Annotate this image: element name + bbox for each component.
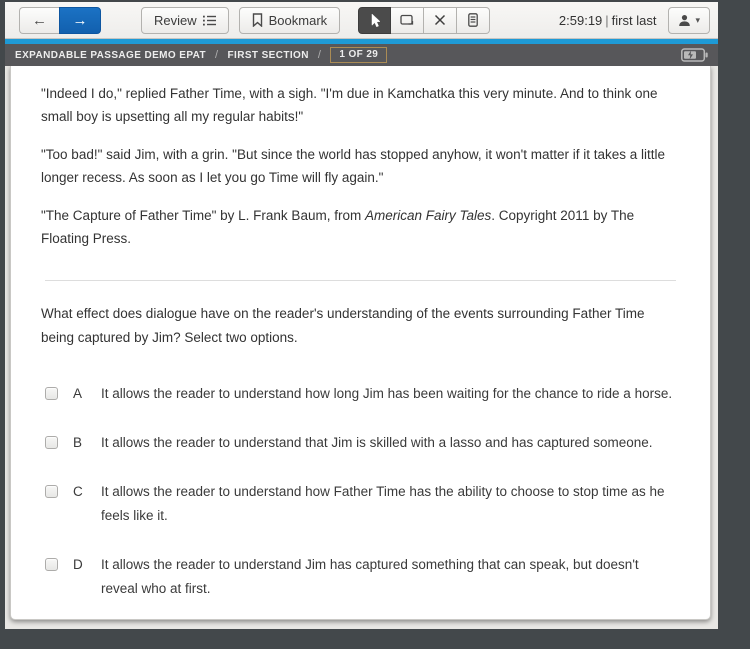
timer-and-user: 2:59:19|first last	[559, 13, 657, 28]
tool-button-group	[358, 7, 490, 34]
option-e-letter: E	[73, 626, 89, 629]
option-d-checkbox[interactable]	[45, 558, 58, 571]
divider	[45, 280, 676, 281]
calculator-icon	[468, 13, 478, 27]
option-c-checkbox[interactable]	[45, 485, 58, 498]
pointer-tool-button[interactable]	[358, 7, 391, 34]
passage-paragraph: "Too bad!" said Jim, with a grin. "But s…	[41, 143, 680, 189]
arrow-left-icon: ←	[32, 12, 47, 29]
app-window: ← → Review	[5, 2, 718, 629]
option-a-checkbox[interactable]	[45, 387, 58, 400]
answer-eliminator-tool-button[interactable]	[424, 7, 457, 34]
option-a-letter: A	[73, 382, 89, 406]
content-area: "Indeed I do," replied Father Time, with…	[5, 66, 718, 629]
question-panel: "Indeed I do," replied Father Time, with…	[10, 66, 711, 620]
notes-tool-button[interactable]	[391, 7, 424, 34]
option-b-text: It allows the reader to understand that …	[101, 431, 680, 455]
forward-button[interactable]: →	[59, 7, 101, 34]
breadcrumb-test-name: EXPANDABLE PASSAGE DEMO EPAT	[15, 50, 206, 61]
cursor-arrow-icon	[369, 13, 381, 28]
bookmark-button[interactable]: Bookmark	[239, 7, 341, 34]
list-icon	[203, 15, 216, 26]
option-a-row: A It allows the reader to understand how…	[41, 382, 680, 406]
battery-charging-icon	[681, 48, 708, 62]
user-menu-button[interactable]: ▾	[668, 7, 710, 34]
breadcrumb-separator: /	[215, 49, 218, 61]
option-b-row: B It allows the reader to understand tha…	[41, 431, 680, 455]
option-c-text: It allows the reader to understand how F…	[101, 480, 680, 528]
passage-citation: "The Capture of Father Time" by L. Frank…	[41, 204, 680, 250]
breadcrumb: EXPANDABLE PASSAGE DEMO EPAT / FIRST SEC…	[5, 44, 718, 66]
x-cross-icon	[434, 14, 446, 26]
notepad-icon	[400, 14, 414, 26]
arrow-right-icon: →	[73, 12, 88, 29]
citation-prefix: "The Capture of Father Time" by L. Frank…	[41, 208, 365, 223]
question-progress-badge[interactable]: 1 OF 29	[330, 47, 387, 63]
timer-value: 2:59:19	[559, 13, 602, 28]
option-a-text: It allows the reader to understand how l…	[101, 382, 680, 406]
option-e-text: It allows the reader to understand that …	[101, 626, 680, 629]
nav-button-group: ← →	[19, 7, 101, 34]
answer-options: A It allows the reader to understand how…	[41, 382, 680, 629]
caret-down-icon: ▾	[695, 15, 700, 26]
back-button[interactable]: ←	[19, 7, 59, 34]
breadcrumb-separator: /	[318, 49, 321, 61]
passage-text: "Indeed I do," replied Father Time, with…	[41, 82, 680, 250]
option-d-text: It allows the reader to understand Jim h…	[101, 553, 680, 601]
option-c-row: C It allows the reader to understand how…	[41, 480, 680, 528]
option-b-checkbox[interactable]	[45, 436, 58, 449]
toolbar: ← → Review	[5, 2, 718, 39]
review-button-label: Review	[154, 13, 197, 28]
option-c-letter: C	[73, 480, 89, 528]
option-e-row: E It allows the reader to understand tha…	[41, 626, 680, 629]
bookmark-button-label: Bookmark	[269, 13, 328, 28]
calculator-tool-button[interactable]	[457, 7, 490, 34]
bookmark-icon	[252, 13, 263, 27]
citation-title: American Fairy Tales	[365, 208, 491, 223]
option-b-letter: B	[73, 431, 89, 455]
passage-paragraph: "Indeed I do," replied Father Time, with…	[41, 82, 680, 128]
question-stem: What effect does dialogue have on the re…	[41, 302, 680, 350]
option-d-letter: D	[73, 553, 89, 601]
person-icon	[678, 14, 691, 27]
option-d-row: D It allows the reader to understand Jim…	[41, 553, 680, 601]
breadcrumb-section: FIRST SECTION	[228, 50, 309, 61]
review-button[interactable]: Review	[141, 7, 229, 34]
timer-separator: |	[602, 13, 611, 28]
user-name: first last	[612, 13, 657, 28]
